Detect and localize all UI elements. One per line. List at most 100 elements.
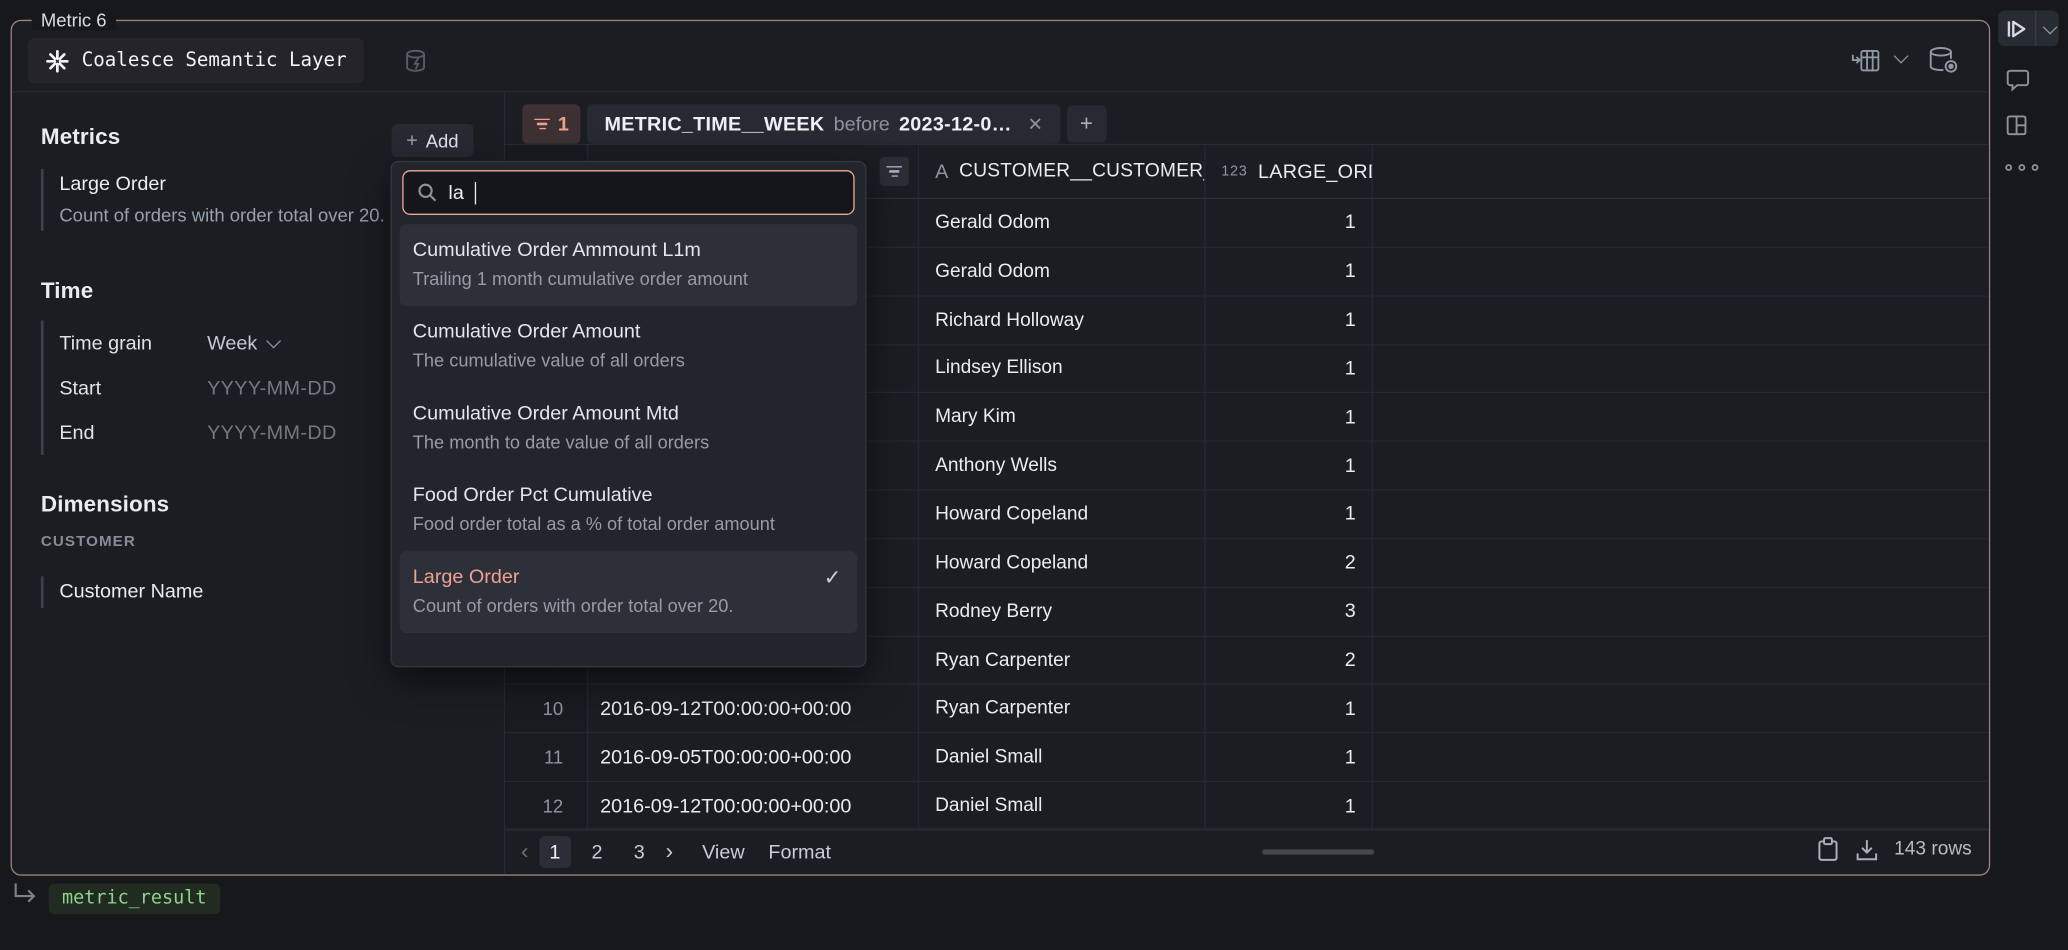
measure-cell: 3 (1205, 588, 1372, 635)
customer-cell: Howard Copeland (919, 539, 1205, 586)
horizontal-scrollbar[interactable] (1262, 849, 1374, 854)
filter-bar: 1 METRIC_TIME__WEEK before 2023-12-0… ✕ … (522, 104, 1106, 144)
end-label: End (59, 421, 207, 443)
chevron-down-icon (2042, 19, 2057, 34)
customer-cell: Ryan Carpenter (919, 636, 1205, 683)
source-chip[interactable]: Coalesce Semantic Layer (28, 38, 364, 83)
empty-cell (1373, 442, 1989, 489)
run-cell-button[interactable] (1998, 19, 2035, 37)
table-footer: ‹ 123 › View Format (505, 828, 1989, 874)
page-button[interactable]: 3 (623, 836, 655, 868)
measure-cell: 1 (1205, 685, 1372, 732)
add-filter-button[interactable]: + (1067, 106, 1107, 143)
empty-cell (1373, 394, 1989, 441)
metric-option[interactable]: Food Order Pct Cumulative Food order tot… (400, 470, 858, 552)
page-button[interactable]: 1 (539, 836, 571, 868)
empty-cell (1373, 588, 1989, 635)
customer-column-header[interactable]: A CUSTOMER__CUSTOMER_NAME (919, 145, 1205, 198)
customer-cell: Daniel Small (919, 782, 1205, 829)
page-buttons: 123 (539, 836, 655, 868)
metric-option[interactable]: Cumulative Order Amount Mtd The month to… (400, 388, 858, 470)
filter-lines-icon (886, 163, 902, 180)
filter-lines-icon (534, 115, 550, 132)
footer-actions: 143 rows (1816, 836, 1971, 862)
customer-cell: Gerald Odom (919, 248, 1205, 295)
metrics-heading: Metrics (41, 124, 120, 150)
metric-search-input[interactable]: la (402, 170, 854, 215)
date-cell: 2016-09-12T00:00:00+00:00 (588, 685, 919, 732)
end-date-input[interactable]: YYYY-MM-DD (207, 421, 337, 443)
view-menu-button[interactable]: View (702, 841, 745, 863)
view-source-data-icon[interactable] (1927, 45, 1960, 75)
time-start-row: Start YYYY-MM-DD (59, 365, 410, 410)
remove-filter-icon[interactable]: ✕ (1027, 113, 1042, 135)
measure-cell: 1 (1205, 491, 1372, 538)
time-grain-select[interactable]: Week (207, 332, 277, 354)
measure-cell: 1 (1205, 394, 1372, 441)
send-to-table-icon[interactable] (1850, 46, 1882, 75)
prev-page-button[interactable]: ‹ (516, 839, 534, 865)
time-grain-row: Time grain Week (59, 320, 410, 365)
measure-cell: 2 (1205, 539, 1372, 586)
cell-title: Metric 6 (32, 9, 116, 30)
filter-count-chip[interactable]: 1 (522, 104, 580, 144)
filter-pill[interactable]: METRIC_TIME__WEEK before 2023-12-0… ✕ (587, 104, 1060, 144)
page-button[interactable]: 2 (581, 836, 613, 868)
measure-cell: 1 (1205, 734, 1372, 781)
empty-cell (1373, 636, 1989, 683)
table-options-chevron-icon[interactable] (1894, 49, 1909, 64)
customer-cell: Ryan Carpenter (919, 685, 1205, 732)
filter-operator: before (834, 113, 890, 135)
coalesce-logo-icon (45, 48, 70, 73)
dimension-group-label: CUSTOMER (41, 534, 136, 550)
cell-actions-rail (1994, 11, 2068, 172)
empty-cell (1373, 734, 1989, 781)
empty-cell (1373, 782, 1989, 829)
download-icon[interactable] (1855, 837, 1880, 862)
plus-icon: + (406, 129, 418, 151)
customer-cell: Daniel Small (919, 734, 1205, 781)
copy-table-icon[interactable] (1816, 836, 1840, 862)
page: Coalesce Semantic Layer (0, 0, 2068, 950)
format-menu-button[interactable]: Format (768, 841, 831, 863)
check-icon: ✓ (824, 564, 842, 590)
more-options-button[interactable] (2005, 158, 2068, 171)
layout-button[interactable] (2005, 113, 2068, 137)
metric-option[interactable]: Cumulative Order Ammount L1m Trailing 1 … (400, 224, 858, 306)
dimension-item[interactable]: Customer Name (41, 576, 203, 608)
run-options-button[interactable] (2036, 23, 2058, 34)
time-heading: Time (41, 278, 93, 304)
metric-option[interactable]: Large Order Count of orders with order t… (400, 551, 858, 633)
customer-cell: Rodney Berry (919, 588, 1205, 635)
measure-cell: 1 (1205, 782, 1372, 829)
dimensions-heading: Dimensions (41, 492, 169, 518)
output-variable-chip[interactable]: metric_result (49, 884, 220, 914)
empty-cell (1373, 199, 1989, 246)
next-page-button[interactable]: › (660, 839, 678, 865)
measure-cell: 1 (1205, 296, 1372, 343)
column-filter-button[interactable] (880, 157, 909, 186)
empty-cell (1373, 345, 1989, 392)
empty-cell (1373, 296, 1989, 343)
source-chip-label: Coalesce Semantic Layer (82, 50, 347, 71)
search-icon (417, 182, 438, 203)
measure-column-header[interactable]: 123 LARGE_ORDER (1205, 145, 1372, 198)
chevron-down-icon (266, 334, 281, 349)
customer-cell: Gerald Odom (919, 199, 1205, 246)
add-metric-button[interactable]: + Add (392, 124, 473, 157)
text-type-icon: A (935, 160, 948, 182)
comment-button[interactable] (2005, 67, 2068, 92)
metric-option[interactable]: Cumulative Order Amount The cumulative v… (400, 306, 858, 388)
date-cell: 2016-09-12T00:00:00+00:00 (588, 782, 919, 829)
empty-cell (1373, 248, 1989, 295)
empty-cell (1373, 685, 1989, 732)
customer-cell: Mary Kim (919, 394, 1205, 441)
table-row: 11 2016-09-05T00:00:00+00:00 Daniel Smal… (505, 734, 1989, 783)
row-count-label: 143 rows (1894, 839, 1972, 860)
database-bolt-icon (402, 47, 431, 76)
time-grain-label: Time grain (59, 332, 207, 354)
number-type-icon: 123 (1221, 164, 1247, 180)
measure-cell: 1 (1205, 199, 1372, 246)
table-row: 10 2016-09-12T00:00:00+00:00 Ryan Carpen… (505, 685, 1989, 734)
start-date-input[interactable]: YYYY-MM-DD (207, 377, 337, 399)
